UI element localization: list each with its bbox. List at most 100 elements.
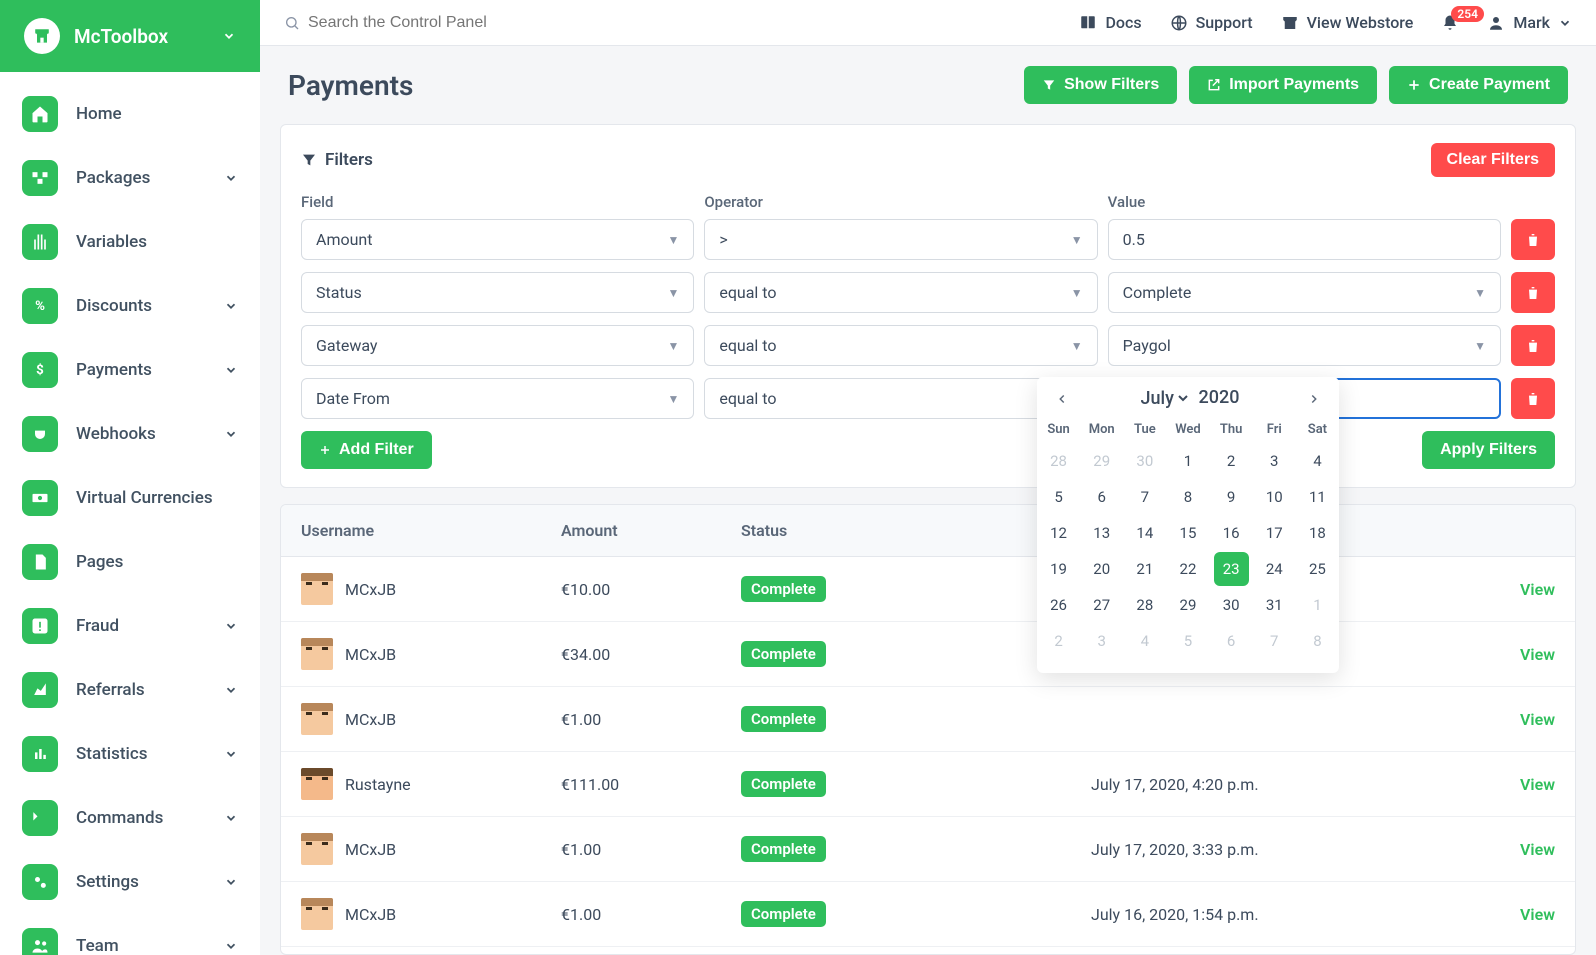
datepicker-day[interactable]: 2 bbox=[1037, 623, 1080, 659]
trash-icon bbox=[1525, 285, 1541, 301]
cash-icon bbox=[22, 480, 58, 516]
sidebar-item-pages[interactable]: Pages bbox=[16, 530, 244, 594]
datepicker-day[interactable]: 17 bbox=[1253, 515, 1296, 551]
datepicker-day[interactable]: 3 bbox=[1253, 443, 1296, 479]
sidebar-item-webhooks[interactable]: Webhooks bbox=[16, 402, 244, 466]
notifications-button[interactable]: 254 bbox=[1441, 14, 1459, 32]
datepicker-day[interactable]: 27 bbox=[1080, 587, 1123, 623]
filter-value-input[interactable]: 0.5 bbox=[1108, 219, 1501, 260]
filter-operator-select[interactable]: equal to▼ bbox=[704, 272, 1097, 313]
user-menu[interactable]: Mark bbox=[1487, 13, 1572, 32]
table-row: MCxJB €1.00 Complete July 16, 2020, 1:54… bbox=[281, 882, 1575, 947]
caret-down-icon: ▼ bbox=[1071, 339, 1083, 353]
datepicker-day[interactable]: 6 bbox=[1210, 623, 1253, 659]
add-filter-button[interactable]: Add Filter bbox=[301, 431, 432, 469]
filter-field-select[interactable]: Amount▼ bbox=[301, 219, 694, 260]
view-link[interactable]: View bbox=[1351, 580, 1555, 599]
user-icon bbox=[1487, 14, 1505, 32]
sidebar-item-label: Pages bbox=[76, 552, 123, 572]
datepicker-day[interactable]: 18 bbox=[1296, 515, 1339, 551]
datepicker-day[interactable]: 26 bbox=[1037, 587, 1080, 623]
datepicker-day[interactable]: 25 bbox=[1296, 551, 1339, 587]
sidebar-item-referrals[interactable]: Referrals bbox=[16, 658, 244, 722]
datepicker-day[interactable]: 6 bbox=[1080, 479, 1123, 515]
datepicker-day[interactable]: 2 bbox=[1210, 443, 1253, 479]
datepicker-day[interactable]: 16 bbox=[1210, 515, 1253, 551]
datepicker-day[interactable]: 4 bbox=[1296, 443, 1339, 479]
sidebar-item-statistics[interactable]: Statistics bbox=[16, 722, 244, 786]
delete-filter-button[interactable] bbox=[1511, 272, 1555, 313]
store-switcher[interactable]: McToolbox bbox=[0, 0, 260, 72]
datepicker-day[interactable]: 30 bbox=[1123, 443, 1166, 479]
show-filters-button[interactable]: Show Filters bbox=[1024, 66, 1177, 104]
datepicker-day[interactable]: 5 bbox=[1037, 479, 1080, 515]
datepicker-day[interactable]: 21 bbox=[1123, 551, 1166, 587]
datepicker-day[interactable]: 23 bbox=[1214, 552, 1249, 586]
datepicker-month-select[interactable]: July bbox=[1137, 387, 1191, 410]
sidebar-item-packages[interactable]: Packages bbox=[16, 146, 244, 210]
sidebar-item-team[interactable]: Team bbox=[16, 914, 244, 955]
sidebar-item-discounts[interactable]: % Discounts bbox=[16, 274, 244, 338]
datepicker-day[interactable]: 28 bbox=[1037, 443, 1080, 479]
filter-field-select[interactable]: Gateway▼ bbox=[301, 325, 694, 366]
datepicker-day[interactable]: 11 bbox=[1296, 479, 1339, 515]
delete-filter-button[interactable] bbox=[1511, 325, 1555, 366]
datepicker-day[interactable]: 1 bbox=[1296, 587, 1339, 623]
datepicker-day[interactable]: 29 bbox=[1166, 587, 1209, 623]
datepicker-day[interactable]: 24 bbox=[1253, 551, 1296, 587]
datepicker-day[interactable]: 31 bbox=[1253, 587, 1296, 623]
view-link[interactable]: View bbox=[1351, 775, 1555, 794]
filter-operator-select[interactable]: >▼ bbox=[704, 219, 1097, 260]
datepicker-day[interactable]: 14 bbox=[1123, 515, 1166, 551]
sidebar-item-virtual-currencies[interactable]: Virtual Currencies bbox=[16, 466, 244, 530]
sidebar-item-fraud[interactable]: Fraud bbox=[16, 594, 244, 658]
datepicker-day[interactable]: 12 bbox=[1037, 515, 1080, 551]
datepicker-day[interactable]: 8 bbox=[1166, 479, 1209, 515]
datepicker-prev-button[interactable] bbox=[1047, 388, 1077, 410]
filter-value-select[interactable]: Paygol▼ bbox=[1108, 325, 1501, 366]
view-link[interactable]: View bbox=[1351, 645, 1555, 664]
datepicker-day[interactable]: 8 bbox=[1296, 623, 1339, 659]
filter-operator-select[interactable]: equal to▼ bbox=[704, 325, 1097, 366]
sidebar-item-payments[interactable]: $ Payments bbox=[16, 338, 244, 402]
view-link[interactable]: View bbox=[1351, 840, 1555, 859]
import-payments-button[interactable]: Import Payments bbox=[1189, 66, 1377, 104]
datepicker-day[interactable]: 1 bbox=[1166, 443, 1209, 479]
datepicker-day[interactable]: 20 bbox=[1080, 551, 1123, 587]
sidebar-item-commands[interactable]: Commands bbox=[16, 786, 244, 850]
filter-field-select[interactable]: Date From▼ bbox=[301, 378, 694, 419]
datepicker-day[interactable]: 28 bbox=[1123, 587, 1166, 623]
apply-filters-button[interactable]: Apply Filters bbox=[1422, 431, 1555, 469]
search-input[interactable] bbox=[308, 14, 1051, 32]
datepicker-next-button[interactable] bbox=[1299, 388, 1329, 410]
sidebar-item-home[interactable]: Home bbox=[16, 82, 244, 146]
delete-filter-button[interactable] bbox=[1511, 219, 1555, 260]
datepicker-day[interactable]: 30 bbox=[1210, 587, 1253, 623]
support-link[interactable]: Support bbox=[1170, 13, 1253, 32]
datepicker-day[interactable]: 10 bbox=[1253, 479, 1296, 515]
datepicker-day[interactable]: 9 bbox=[1210, 479, 1253, 515]
clear-filters-button[interactable]: Clear Filters bbox=[1431, 143, 1555, 177]
datepicker-dow: Tue bbox=[1123, 416, 1166, 443]
sidebar-item-settings[interactable]: Settings bbox=[16, 850, 244, 914]
docs-link[interactable]: Docs bbox=[1079, 13, 1141, 32]
datepicker-day[interactable]: 7 bbox=[1123, 479, 1166, 515]
avatar bbox=[301, 768, 333, 800]
datepicker-day[interactable]: 3 bbox=[1080, 623, 1123, 659]
sidebar-item-variables[interactable]: Variables bbox=[16, 210, 244, 274]
create-payment-button[interactable]: Create Payment bbox=[1389, 66, 1568, 104]
datepicker-day[interactable]: 15 bbox=[1166, 515, 1209, 551]
datepicker-day[interactable]: 4 bbox=[1123, 623, 1166, 659]
view-webstore-link[interactable]: View Webstore bbox=[1281, 13, 1414, 32]
view-link[interactable]: View bbox=[1351, 710, 1555, 729]
filter-field-select[interactable]: Status▼ bbox=[301, 272, 694, 313]
delete-filter-button[interactable] bbox=[1511, 378, 1555, 419]
datepicker-day[interactable]: 7 bbox=[1253, 623, 1296, 659]
datepicker-day[interactable]: 5 bbox=[1166, 623, 1209, 659]
datepicker-day[interactable]: 22 bbox=[1166, 551, 1209, 587]
view-link[interactable]: View bbox=[1351, 905, 1555, 924]
datepicker-day[interactable]: 13 bbox=[1080, 515, 1123, 551]
datepicker-day[interactable]: 19 bbox=[1037, 551, 1080, 587]
datepicker-day[interactable]: 29 bbox=[1080, 443, 1123, 479]
filter-value-select[interactable]: Complete▼ bbox=[1108, 272, 1501, 313]
